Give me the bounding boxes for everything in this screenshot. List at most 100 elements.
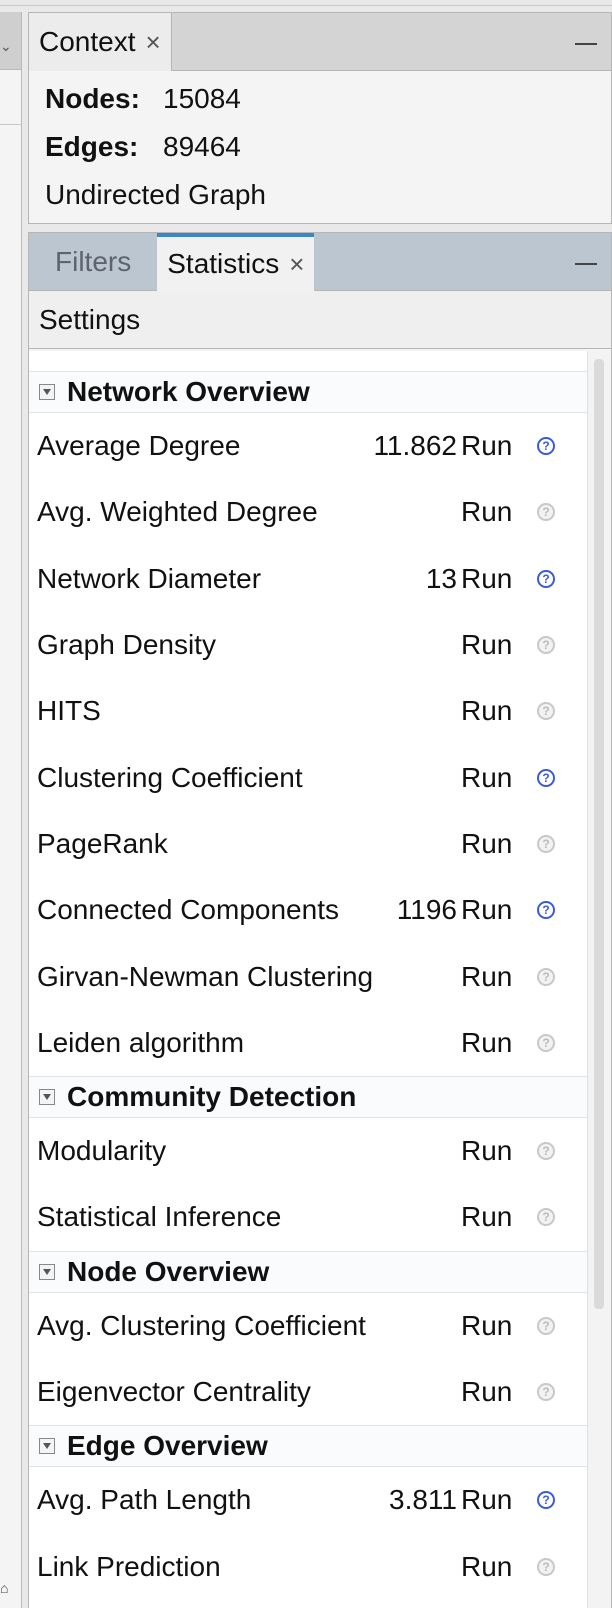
statistic-row: Connected Components 1196 Run?: [29, 877, 589, 943]
edges-value: 89464: [163, 131, 241, 162]
divider: [0, 124, 22, 125]
help-icon[interactable]: ?: [537, 437, 555, 456]
run-button[interactable]: Run: [461, 430, 512, 462]
graph-type-row: Undirected Graph: [29, 171, 611, 219]
statistic-row: PageRank Run?: [29, 811, 589, 877]
collapse-toggle-icon[interactable]: [39, 1088, 55, 1105]
group-header[interactable]: Network Overview: [29, 371, 589, 413]
run-button[interactable]: Run: [461, 1027, 512, 1059]
group-title: Network Overview: [67, 376, 310, 407]
group-header[interactable]: Node Overview: [29, 1250, 589, 1293]
statistic-name: Avg. Weighted Degree: [37, 496, 318, 528]
statistic-row: Leiden algorithm Run?: [29, 1010, 589, 1076]
statistic-row: Link Prediction Run?: [29, 1533, 589, 1599]
help-icon[interactable]: ?: [537, 768, 555, 787]
left-panel-header: ⌄: [0, 12, 21, 70]
help-icon[interactable]: ?: [537, 1033, 555, 1052]
help-icon[interactable]: ?: [537, 901, 555, 920]
settings-label: Settings: [39, 303, 141, 335]
group-header[interactable]: Edge Overview: [29, 1425, 589, 1468]
statistic-name: Graph Density: [37, 629, 216, 661]
graph-type: Undirected Graph: [45, 179, 267, 210]
statistic-row: HITS Run?: [29, 678, 589, 744]
tab-context[interactable]: Context ×: [29, 13, 172, 71]
run-button[interactable]: Run: [461, 961, 512, 993]
collapse-toggle-icon[interactable]: [39, 1438, 55, 1455]
statistics-panel: Filters Statistics × Settings Network Ov…: [28, 232, 612, 1608]
help-icon[interactable]: ?: [537, 636, 555, 655]
edges-row: Edges: 89464: [29, 123, 611, 171]
group-header[interactable]: Community Detection: [29, 1075, 589, 1118]
minimize-icon[interactable]: [575, 263, 597, 265]
run-button[interactable]: Run: [461, 1135, 512, 1167]
collapse-toggle-icon[interactable]: [39, 1263, 55, 1280]
tab-filters-label: Filters: [55, 246, 132, 277]
statistic-value: 11.862: [373, 430, 457, 462]
help-icon[interactable]: ?: [537, 503, 555, 522]
statistic-row: Avg. Clustering Coefficient Run?: [29, 1293, 589, 1359]
statistic-name: Leiden algorithm: [37, 1026, 245, 1058]
run-button[interactable]: Run: [461, 1310, 512, 1342]
run-button[interactable]: Run: [461, 894, 512, 926]
run-button[interactable]: Run: [461, 828, 512, 860]
collapse-toggle-icon[interactable]: [39, 384, 55, 400]
statistic-row: Statistical Inference Run?: [29, 1184, 589, 1250]
scrollbar-thumb[interactable]: [594, 359, 604, 1309]
help-icon[interactable]: ?: [537, 1383, 555, 1401]
help-icon[interactable]: ?: [537, 702, 555, 721]
statistic-name: Avg. Path Length: [37, 1484, 252, 1516]
statistic-row: Avg. Path Length 3.811 Run?: [29, 1467, 589, 1533]
statistic-row: Girvan-Newman Clustering Run?: [29, 943, 589, 1009]
run-button[interactable]: Run: [461, 629, 512, 661]
chevron-down-icon[interactable]: ⌄: [0, 38, 12, 55]
run-button[interactable]: Run: [461, 1551, 512, 1583]
close-icon[interactable]: ×: [289, 249, 304, 280]
statistics-list: Network Overview Average Degree 11.862 Run?…: [29, 351, 589, 1608]
tab-context-label: Context: [39, 26, 136, 57]
help-icon[interactable]: ?: [537, 1491, 555, 1510]
statistic-row: Eigenvector Centrality Run?: [29, 1359, 589, 1425]
help-icon[interactable]: ?: [537, 1316, 555, 1335]
bucket-icon[interactable]: ⌂: [0, 1580, 8, 1596]
help-icon[interactable]: ?: [537, 1142, 555, 1161]
tab-statistics[interactable]: Statistics ×: [157, 233, 315, 291]
statistic-name: Network Diameter: [37, 562, 262, 594]
help-icon[interactable]: ?: [537, 967, 555, 986]
statistic-name: Statistical Inference: [37, 1201, 282, 1233]
group-title: Edge Overview: [67, 1430, 268, 1462]
settings-button[interactable]: Settings: [29, 291, 611, 349]
statistic-name: Average Degree: [37, 430, 241, 462]
list-top-spacer: [29, 351, 589, 371]
statistic-name: HITS: [37, 695, 101, 727]
run-button[interactable]: Run: [461, 695, 512, 727]
window-top-edge: [0, 0, 612, 6]
context-panel: Context × Nodes: 15084 Edges: 89464 Undi…: [28, 12, 612, 224]
help-icon[interactable]: ?: [537, 1208, 555, 1227]
run-button[interactable]: Run: [461, 1201, 512, 1233]
statistic-name: Avg. Clustering Coefficient: [37, 1309, 366, 1341]
tab-filters[interactable]: Filters: [29, 233, 157, 291]
close-icon[interactable]: ×: [146, 27, 161, 58]
help-icon[interactable]: ?: [537, 834, 555, 853]
left-panel-edge: ⌄ ⌂: [0, 12, 22, 1608]
help-icon[interactable]: ?: [537, 569, 555, 588]
statistic-row: Average Degree 11.862 Run?: [29, 413, 589, 479]
statistic-row: Graph Density Run?: [29, 612, 589, 678]
group-title: Node Overview: [67, 1255, 270, 1287]
help-icon[interactable]: ?: [537, 1557, 555, 1576]
run-button[interactable]: Run: [461, 1376, 512, 1408]
statistic-name: Eigenvector Centrality: [37, 1376, 311, 1407]
run-button[interactable]: Run: [461, 563, 512, 595]
nodes-row: Nodes: 15084: [29, 75, 611, 123]
edges-label: Edges:: [45, 131, 139, 162]
statistic-value: 13: [425, 562, 457, 594]
statistic-row: Clustering Coefficient Run?: [29, 744, 589, 810]
statistic-row: Network Diameter 13 Run?: [29, 546, 589, 612]
run-button[interactable]: Run: [461, 1484, 512, 1516]
vertical-scrollbar[interactable]: [587, 351, 611, 1608]
statistic-name: PageRank: [37, 827, 168, 859]
minimize-icon[interactable]: [575, 43, 597, 45]
run-button[interactable]: Run: [461, 762, 512, 794]
run-button[interactable]: Run: [461, 496, 512, 528]
statistics-tabbar: Filters Statistics ×: [29, 233, 611, 291]
